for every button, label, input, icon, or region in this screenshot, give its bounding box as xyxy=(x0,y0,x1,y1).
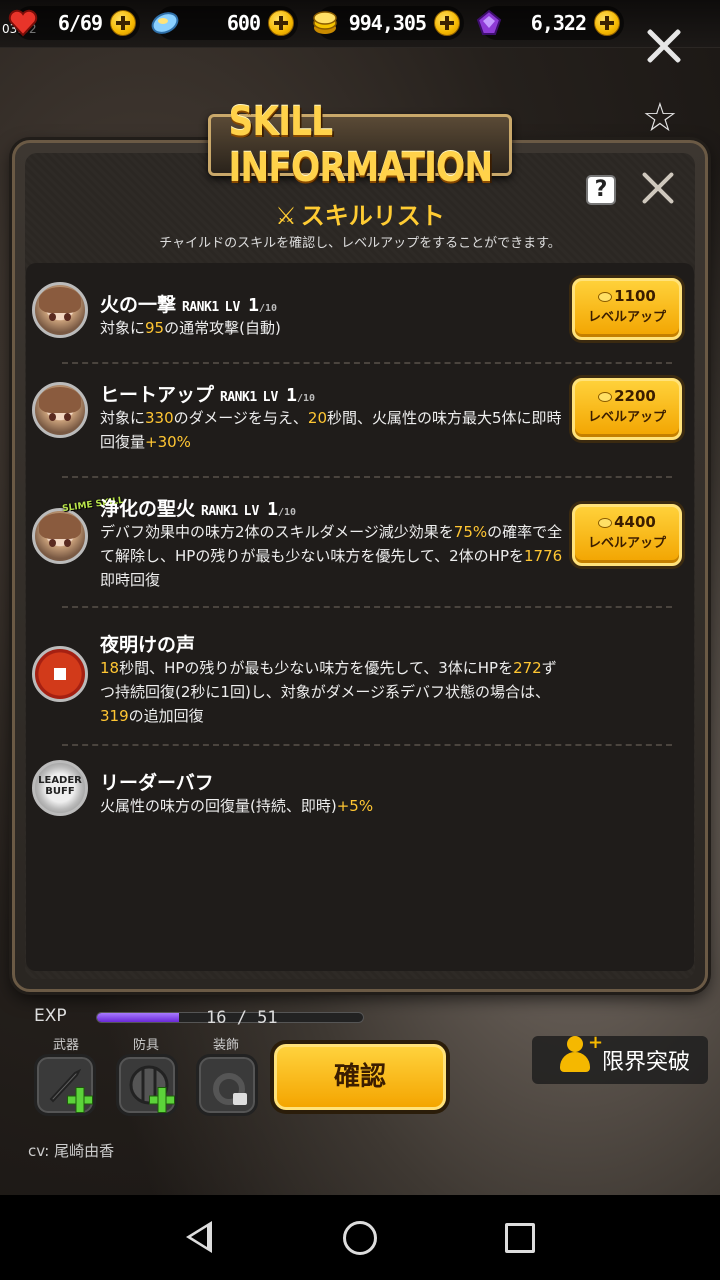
lock-icon xyxy=(233,1093,247,1105)
skill-description: 対象に330のダメージを与え、20秒間、火属性の味方最大5体に即時回復量+30% xyxy=(100,409,562,451)
armor-label: 防具 xyxy=(132,1038,159,1053)
skill-description: 対象に95の通常攻撃(自動) xyxy=(100,319,281,337)
divider xyxy=(62,744,672,746)
gem-counter: 6,322 xyxy=(476,6,624,40)
stamina-counter: 6/69 xyxy=(8,6,140,40)
accessory-label: 装飾 xyxy=(212,1038,239,1053)
level-up-button[interactable]: 1100 レベルアップ xyxy=(572,278,682,340)
skill-list xyxy=(26,263,694,971)
gold-coin-icon xyxy=(598,291,613,302)
fire-heal-icon xyxy=(32,646,88,702)
accessory-slot[interactable] xyxy=(196,1054,258,1116)
add-gem-button[interactable] xyxy=(594,10,620,36)
leader-buff-icon: LEADER BUFF xyxy=(32,760,88,816)
gold-value: 994,305 xyxy=(348,11,427,35)
limit-break-icon: + xyxy=(558,1032,603,1076)
dialog-description: チャイルドのスキルを確認し、レベルアップをすることができます。 xyxy=(159,236,561,251)
divider xyxy=(62,606,672,608)
gold-coin-icon xyxy=(313,11,337,34)
stamina-value: 6/69 xyxy=(57,11,103,35)
skill-name: ヒートアップ RANK1 LV 1/10 xyxy=(100,384,316,406)
skill-name: 火の一撃 RANK1 LV 1/10 xyxy=(100,294,278,316)
gold-coin-icon xyxy=(598,517,613,528)
gem-value: 6,322 xyxy=(530,11,587,35)
resource-bar: 03:52 6/69 600 994,305 6,322 xyxy=(0,0,720,48)
crystal-value: 600 xyxy=(226,11,261,35)
skill-list-title: スキルリスト xyxy=(300,202,445,230)
exp-label: EXP xyxy=(34,1006,67,1026)
level-up-button[interactable]: 2200 レベルアップ xyxy=(572,378,682,440)
skill-icon xyxy=(32,282,88,338)
skill-description: デバフ効果中の味方2体のスキルダメージ減少効果を75%の確率で全て解除し、HPの… xyxy=(100,523,563,589)
divider xyxy=(62,476,672,478)
crossed-swords-icon: ⚔ xyxy=(275,202,297,230)
exp-value: 16 / 51 xyxy=(206,1008,278,1028)
add-weapon-icon xyxy=(67,1087,93,1113)
confirm-button[interactable]: 確認 xyxy=(274,1044,446,1110)
weapon-slot[interactable] xyxy=(34,1054,96,1116)
back-icon[interactable] xyxy=(186,1221,212,1253)
gold-counter: 994,305 xyxy=(313,6,464,40)
crystal-icon xyxy=(151,12,179,34)
skill-name: リーダーバフ xyxy=(100,772,214,794)
recent-apps-icon[interactable] xyxy=(505,1223,535,1253)
home-icon[interactable] xyxy=(343,1221,377,1255)
limit-break-button[interactable]: + 限界突破 xyxy=(532,1032,708,1084)
add-stamina-button[interactable] xyxy=(110,10,136,36)
divider xyxy=(62,362,672,364)
exp-bar-fill xyxy=(97,1013,180,1022)
skill-icon xyxy=(32,508,88,564)
skill-list-heading: ⚔ スキルリスト xyxy=(0,196,720,231)
star-icon[interactable]: ☆ xyxy=(642,98,678,138)
add-gold-button[interactable] xyxy=(434,10,460,36)
purple-gem-icon xyxy=(476,9,502,35)
skill-name: 浄化の聖火 RANK1 LV 1/10 xyxy=(100,498,297,520)
close-screen-button[interactable] xyxy=(642,24,686,68)
skill-description: 火属性の味方の回復量(持続、即時)+5% xyxy=(100,797,374,815)
crystal-counter: 600 xyxy=(151,6,298,40)
add-armor-icon xyxy=(149,1087,175,1113)
level-up-button[interactable]: 4400 レベルアップ xyxy=(572,504,682,566)
dialog-title: SKILL INFORMATION xyxy=(228,99,493,191)
armor-slot[interactable] xyxy=(116,1054,178,1116)
limit-break-label: 限界突破 xyxy=(602,1050,691,1075)
heart-icon xyxy=(8,9,38,37)
skill-description: 18秒間、HPの残りが最も少ない味方を優先して、3体にHPを272ずつ持続回復(… xyxy=(100,659,557,725)
add-crystal-button[interactable] xyxy=(268,10,294,36)
skill-icon xyxy=(32,382,88,438)
skill-name: 夜明けの声 xyxy=(100,634,196,656)
dialog-title-plate: SKILL INFORMATION xyxy=(208,99,512,191)
weapon-label: 武器 xyxy=(52,1038,79,1053)
voice-actor-credit: cv: 尾崎由香 xyxy=(28,1142,115,1160)
gold-coin-icon xyxy=(598,391,613,402)
